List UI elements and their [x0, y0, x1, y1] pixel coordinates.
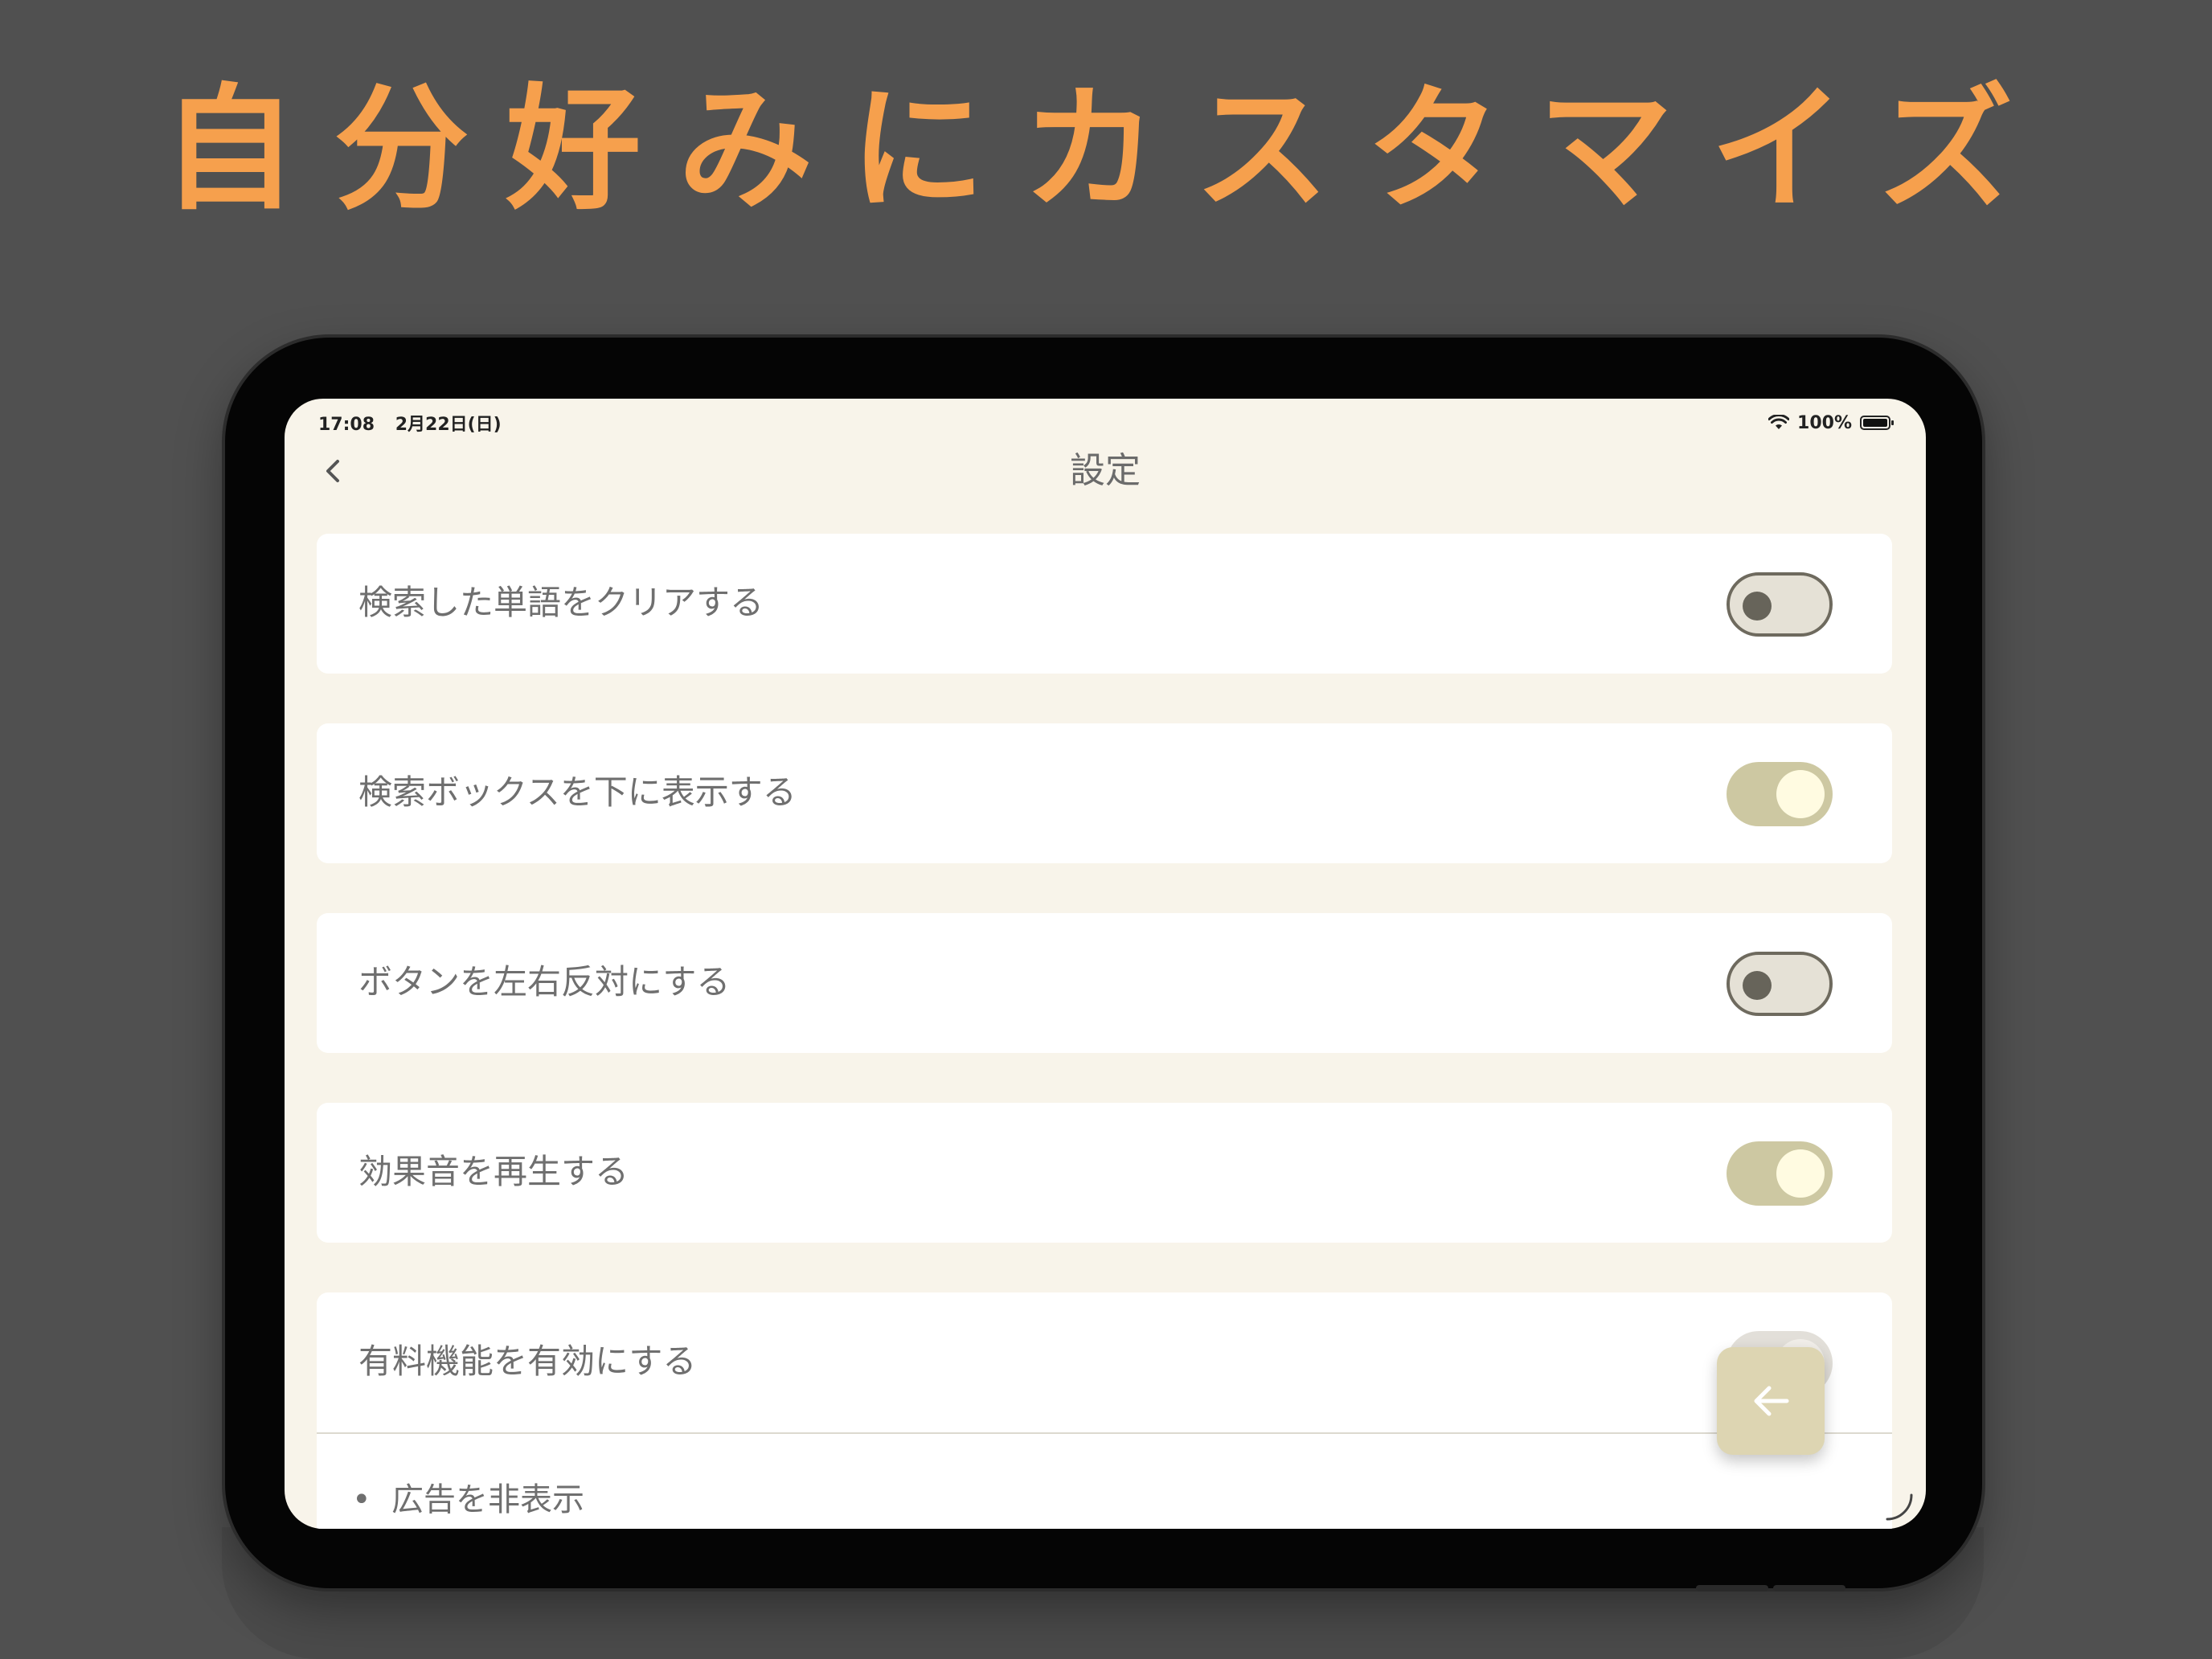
toggle-knob [1776, 770, 1825, 818]
setting-row-search-box-bottom: 検索ボックスを下に表示する [317, 723, 1892, 863]
status-time: 17:08 [318, 415, 375, 435]
status-right: 100% [1768, 412, 1894, 433]
page-title: 設定 [1070, 450, 1141, 491]
setting-label: 有料機能を有効にする [358, 1342, 697, 1381]
headline: 自分好みにカスタマイズ [162, 69, 2050, 228]
setting-row-swap-buttons: ボタンを左右反対にする [317, 913, 1892, 1053]
bullet: • [352, 1481, 392, 1518]
premium-feature-item: • 広告を非表示 [352, 1476, 584, 1524]
toggle-swap-buttons[interactable] [1727, 952, 1833, 1016]
divider [317, 1432, 1892, 1434]
setting-row-clear-search: 検索した単語をクリアする [317, 534, 1892, 674]
corner-indicator-icon [1886, 1493, 1913, 1521]
side-button [1773, 1585, 1845, 1591]
status-left: 17:08 2月22日(日) [318, 410, 516, 436]
back-fab-button[interactable] [1717, 1347, 1825, 1455]
status-date: 2月22日(日) [395, 415, 502, 435]
toggle-sound-effects[interactable] [1727, 1141, 1833, 1206]
battery-icon [1860, 416, 1894, 430]
setting-row-sound-effects: 効果音を再生する [317, 1103, 1892, 1243]
arrow-left-icon [1754, 1386, 1789, 1416]
setting-label: 効果音を再生する [358, 1152, 629, 1191]
setting-label: ボタンを左右反対にする [358, 962, 731, 1002]
tablet-screen: 17:08 2月22日(日) 100% 設定 検索した単語をクリアする 検索ボッ… [285, 399, 1926, 1529]
status-bar: 17:08 2月22日(日) 100% [318, 407, 1894, 439]
toggle-clear-search[interactable] [1727, 572, 1833, 637]
side-button [1696, 1585, 1768, 1591]
premium-feature-label: 広告を非表示 [391, 1481, 585, 1518]
toggle-knob [1743, 592, 1772, 621]
toggle-search-box-bottom[interactable] [1727, 762, 1833, 826]
wifi-icon [1768, 415, 1790, 429]
setting-label: 検索ボックスを下に表示する [358, 772, 797, 812]
toggle-knob [1776, 1149, 1825, 1198]
setting-label: 検索した単語をクリアする [358, 583, 764, 622]
toggle-knob [1743, 971, 1772, 1000]
battery-percent: 100% [1797, 412, 1852, 433]
